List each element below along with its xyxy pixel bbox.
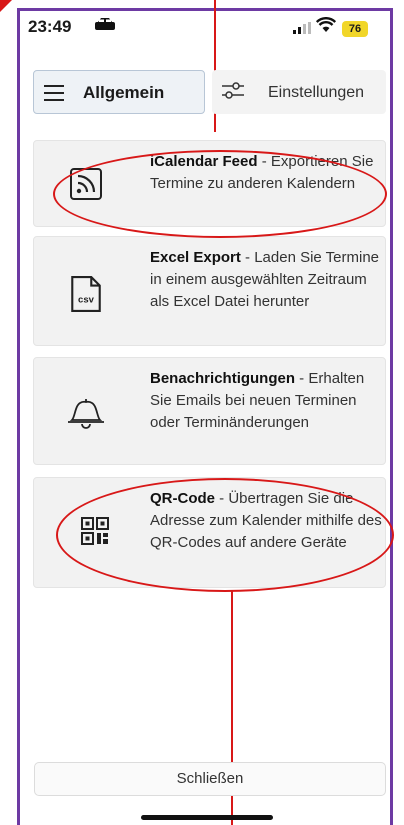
settings-button[interactable]: Einstellungen: [212, 70, 386, 114]
notifications-card[interactable]: Benachrichtigungen - Erhalten Sie Emails…: [33, 357, 386, 465]
general-button[interactable]: Allgemein: [33, 70, 205, 114]
notifications-text: Benachrichtigungen - Erhalten Sie Emails…: [150, 368, 382, 434]
car-icon: [95, 18, 115, 30]
annotation-arrow: [0, 0, 12, 12]
bell-icon: [68, 399, 104, 429]
close-button[interactable]: Schließen: [34, 762, 386, 796]
home-indicator: [141, 815, 273, 820]
settings-label: Einstellungen: [268, 84, 365, 101]
csv-icon-text: csv: [78, 294, 95, 305]
general-label: Allgemein: [83, 83, 165, 102]
battery-indicator: 76: [342, 21, 368, 37]
wifi-icon: [316, 17, 336, 32]
excel-export-card[interactable]: csv Excel Export - Laden Sie Termine in …: [33, 236, 386, 346]
annotation-oval-icalendar: [53, 150, 387, 238]
excel-text: Excel Export - Laden Sie Termine in eine…: [150, 247, 382, 313]
signal-icon: [293, 22, 311, 34]
excel-title: Excel Export: [150, 249, 241, 266]
notifications-title: Benachrichtigungen: [150, 370, 296, 387]
annotation-oval-qr-code: [56, 478, 394, 592]
status-time: 23:49: [28, 17, 72, 36]
hamburger-icon: [44, 85, 64, 101]
sliders-icon: [222, 82, 244, 99]
csv-file-icon: csv: [71, 276, 101, 312]
